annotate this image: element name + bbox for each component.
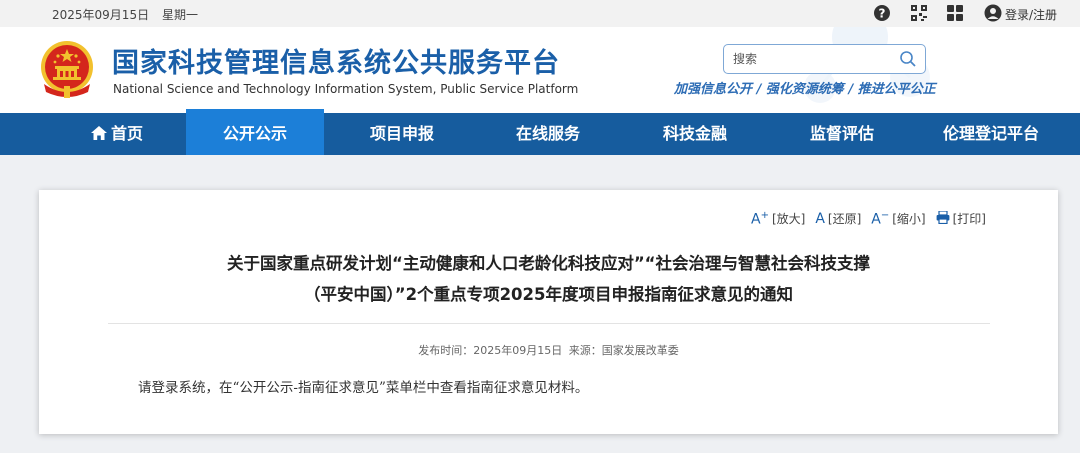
reset-label: [还原]: [827, 212, 862, 227]
site-subtitle: National Science and Technology Informat…: [113, 82, 579, 96]
zoom-out-label: [缩小]: [892, 212, 926, 227]
site-title[interactable]: 国家科技管理信息系统公共服务平台: [112, 41, 560, 80]
site-slogan: 加强信息公开 / 强化资源统筹 / 推进公平公正: [674, 82, 936, 97]
nav-item-label: 在线服务: [515, 124, 580, 143]
nav-item-label: 项目申报: [369, 124, 434, 143]
print-icon: [936, 210, 950, 227]
current-weekday: 星期一: [162, 8, 199, 22]
text-reset-icon: A: [815, 210, 825, 227]
article-body: 请登录系统，在“公开公示-指南征求意见”菜单栏中查看指南征求意见材料。: [138, 380, 589, 396]
nav-item-label: 首页: [110, 124, 143, 143]
current-date: 2025年09月15日: [52, 8, 150, 22]
zoom-out-icon: A−: [871, 210, 890, 228]
zoom-out-button[interactable]: A− [缩小]: [871, 210, 925, 228]
article-meta: 发布时间：2025年09月15日 来源：国家发展改革委: [39, 342, 1058, 358]
zoom-in-icon: A+: [750, 210, 769, 228]
nav-item-label: 伦理登记平台: [942, 124, 1039, 143]
site-header: 国家科技管理信息系统公共服务平台 National Science and Te…: [0, 27, 1080, 113]
nav-item-label: 监督评估: [809, 124, 874, 143]
search-box: [723, 44, 926, 74]
article-title-line-1: 关于国家重点研发计划“主动健康和人口老龄化科技应对”“社会治理与智慧社会科技支撑: [226, 254, 871, 273]
national-emblem-logo[interactable]: [38, 40, 96, 100]
nav-item-label: 科技金融: [662, 124, 727, 143]
nav-item-project-application[interactable]: 项目申报: [342, 113, 462, 155]
nav-item-home[interactable]: 首页: [62, 113, 172, 155]
print-label: [打印]: [952, 212, 986, 227]
zoom-in-label: [放大]: [771, 212, 806, 227]
nav-item-ethics-registration[interactable]: 伦理登记平台: [926, 113, 1056, 155]
nav-item-label: 公开公示: [222, 124, 287, 143]
svg-text:?: ?: [879, 7, 886, 21]
apps-icon[interactable]: [946, 4, 964, 22]
nav-item-online-service[interactable]: 在线服务: [488, 113, 608, 155]
nav-item-public-notice[interactable]: 公开公示: [186, 109, 324, 155]
publish-time: 发布时间：2025年09月15日: [418, 344, 563, 357]
nav-item-sci-tech-finance[interactable]: 科技金融: [635, 113, 755, 155]
top-utility-bar: 2025年09月15日 星期一 ? 登录/注册: [0, 0, 1080, 27]
main-navigation: 首页 公开公示 项目申报 在线服务 科技金融 监督评估 伦理登记平台: [0, 109, 1080, 155]
user-icon: [984, 4, 1002, 25]
article-toolbar: A+ [放大] A [还原] A− [缩小] [打印]: [751, 210, 986, 228]
print-button[interactable]: [打印]: [936, 210, 986, 228]
login-register-label: 登录/注册: [1005, 8, 1058, 22]
title-divider: [108, 323, 990, 324]
search-icon[interactable]: [899, 50, 917, 68]
reset-text-button[interactable]: A [还原]: [815, 210, 861, 228]
search-input[interactable]: [724, 45, 894, 73]
article-card: A+ [放大] A [还原] A− [缩小] [打印] 关于国家重点研发计划“主…: [39, 190, 1058, 434]
article-title: 关于国家重点研发计划“主动健康和人口老龄化科技应对”“社会治理与智慧社会科技支撑…: [39, 248, 1058, 310]
article-title-line-2: （平安中国）”2个重点专项2025年度项目申报指南征求意见的通知: [304, 285, 793, 304]
help-icon[interactable]: ?: [873, 4, 891, 22]
zoom-in-button[interactable]: A+ [放大]: [751, 210, 805, 228]
article-source: 来源：国家发展改革委: [568, 344, 679, 357]
home-icon: [90, 114, 107, 140]
qrcode-icon[interactable]: [910, 4, 928, 22]
nav-item-supervision-evaluation[interactable]: 监督评估: [782, 113, 902, 155]
login-register-link[interactable]: 登录/注册: [984, 4, 1057, 25]
